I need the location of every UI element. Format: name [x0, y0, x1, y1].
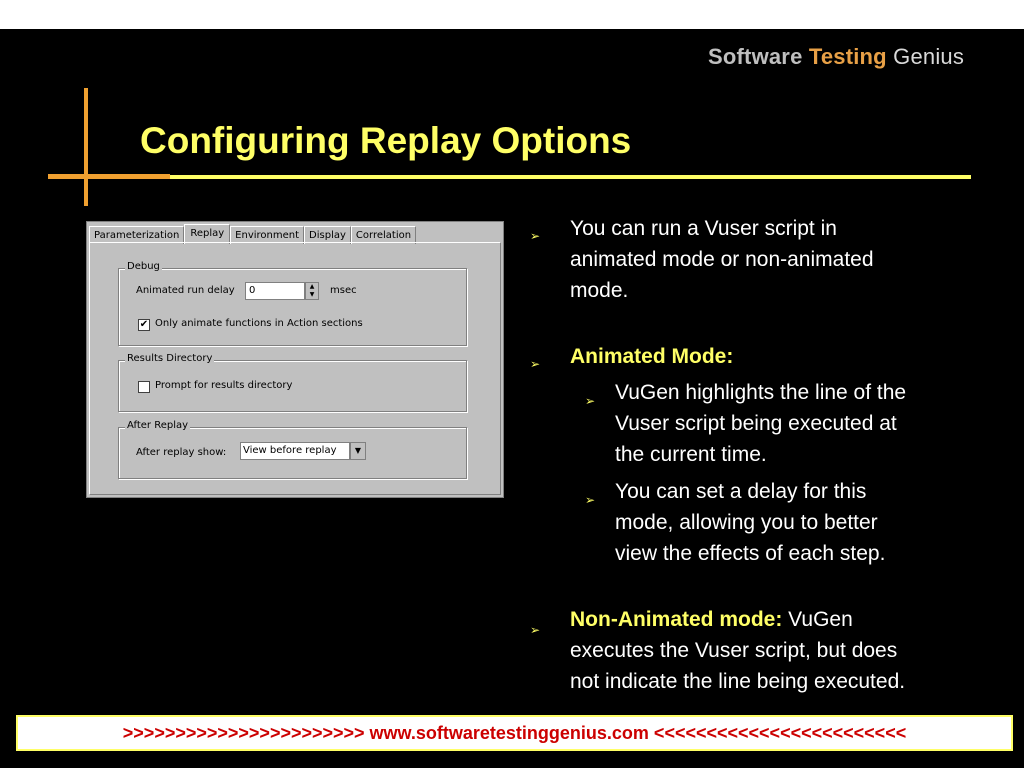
only-animate-checkbox[interactable]: ✔: [138, 319, 150, 331]
footer-link[interactable]: >>>>>>>>>>>>>>>>>>>>>>> www.softwaretest…: [16, 715, 1013, 751]
debug-group: Debug Animated run delay 0 ▲ ▼ msec ✔ On…: [118, 261, 467, 346]
bullet-2a-line-3: the current time.: [615, 443, 767, 466]
bullet-2b-line-1: You can set a delay for this: [615, 480, 867, 503]
logo: Software Testing Genius: [708, 44, 964, 70]
animated-run-delay-label: Animated run delay: [136, 285, 235, 296]
bullet-3-title: Non-Animated mode:: [570, 608, 783, 631]
tab-panel: Debug Animated run delay 0 ▲ ▼ msec ✔ On…: [89, 242, 501, 495]
bullet-1: You can run a Vuser script in animated m…: [570, 213, 874, 306]
bullet-1-line-3: mode.: [570, 279, 629, 302]
spin-down-icon[interactable]: ▼: [306, 291, 318, 299]
bullet-2b-line-3: view the effects of each step.: [615, 542, 886, 565]
after-replay-show-label: After replay show:: [136, 447, 227, 458]
bullet-3-line-1: Non-Animated mode: VuGen: [570, 604, 905, 635]
decor-vertical-line: [84, 88, 88, 206]
results-directory-group: Results Directory Prompt for results dir…: [118, 353, 467, 412]
bullet-1-line-1: You can run a Vuser script in: [570, 217, 837, 240]
tab-replay[interactable]: Replay: [184, 224, 231, 244]
bullet-3-line-3: not indicate the line being executed.: [570, 670, 906, 693]
sub-bullet-arrow-icon: ➢: [585, 493, 596, 507]
debug-group-label: Debug: [125, 261, 162, 272]
top-strip: [0, 0, 1024, 29]
bullet-2-title: Animated Mode:: [570, 345, 734, 368]
bullet-arrow-icon: ➢: [530, 229, 541, 243]
results-directory-group-label: Results Directory: [125, 353, 215, 364]
bullet-arrow-icon: ➢: [530, 623, 541, 637]
bullet-3: Non-Animated mode: VuGen executes the Vu…: [570, 604, 905, 697]
decor-horizontal-line-orange: [48, 174, 170, 179]
prompt-results-label: Prompt for results directory: [155, 380, 293, 391]
after-replay-group: After Replay After replay show: View bef…: [118, 420, 467, 479]
sub-bullet-arrow-icon: ➢: [585, 394, 596, 408]
logo-genius: Genius: [886, 44, 965, 69]
spin-up-icon[interactable]: ▲: [306, 283, 318, 291]
page-title: Configuring Replay Options: [140, 120, 632, 161]
replay-options-dialog: Parameterization Replay Environment Disp…: [86, 221, 504, 498]
logo-testing: Testing: [808, 44, 887, 69]
logo-software: Software: [708, 44, 809, 69]
bullet-2b: You can set a delay for this mode, allow…: [615, 476, 885, 569]
bullet-2a: VuGen highlights the line of the Vuser s…: [615, 377, 906, 470]
bullet-arrow-icon: ➢: [530, 357, 541, 371]
bullet-2b-line-2: mode, allowing you to better: [615, 511, 878, 534]
animated-run-delay-input[interactable]: 0: [245, 282, 305, 300]
decor-horizontal-line-yellow: [170, 175, 971, 179]
bullet-2a-line-2: Vuser script being executed at: [615, 412, 897, 435]
chevron-down-icon[interactable]: ▼: [350, 442, 366, 460]
after-replay-show-select[interactable]: View before replay: [240, 442, 350, 460]
delay-unit-label: msec: [330, 285, 357, 296]
delay-spinner[interactable]: ▲ ▼: [305, 282, 319, 300]
tab-strip: Parameterization Replay Environment Disp…: [89, 224, 417, 244]
prompt-results-checkbox[interactable]: [138, 381, 150, 393]
bullet-3-line-2: executes the Vuser script, but does: [570, 639, 898, 662]
bullet-3-rest: VuGen: [782, 608, 853, 631]
only-animate-label: Only animate functions in Action section…: [155, 318, 363, 329]
after-replay-group-label: After Replay: [125, 420, 191, 431]
bullet-1-line-2: animated mode or non-animated: [570, 248, 874, 271]
bullet-2a-line-1: VuGen highlights the line of the: [615, 381, 907, 404]
